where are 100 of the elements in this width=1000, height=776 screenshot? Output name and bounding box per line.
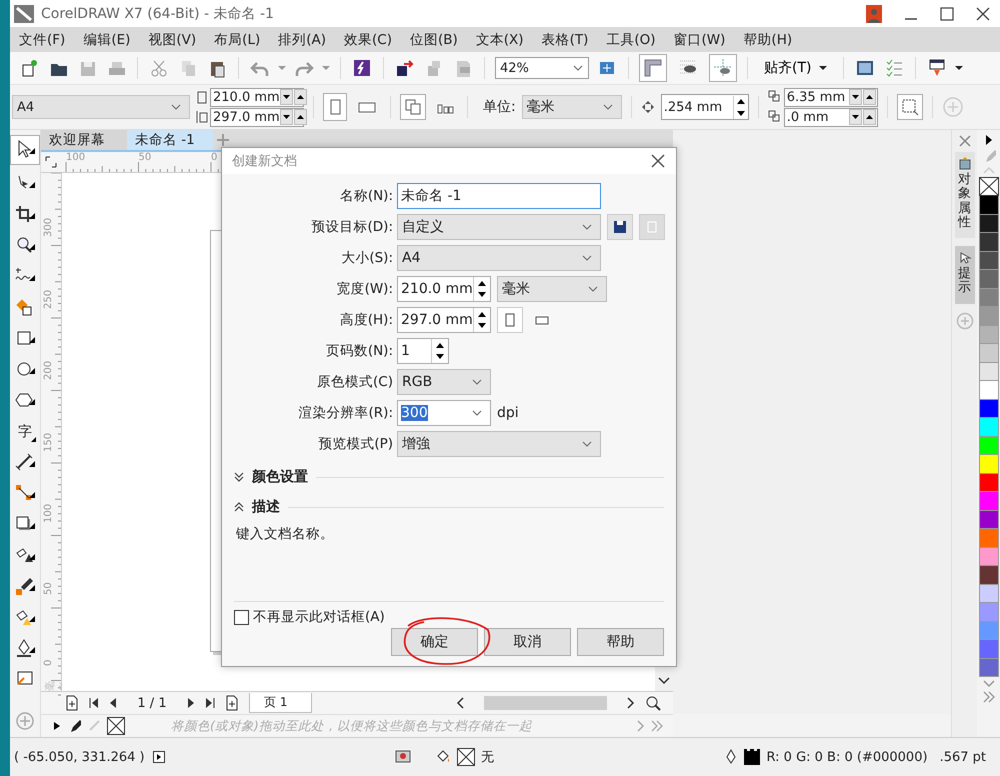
spin-down-icon[interactable] — [848, 109, 862, 125]
section-header[interactable]: 颜色设置 — [252, 468, 308, 486]
spin-down-icon[interactable] — [848, 89, 862, 105]
page-size-dropdown[interactable]: A4 — [12, 95, 190, 119]
page-tab[interactable]: 页 1 — [249, 693, 312, 713]
no-color-swatch-icon[interactable] — [978, 177, 998, 196]
save-preset-button[interactable] — [607, 214, 633, 240]
collapse-icon[interactable] — [234, 502, 244, 512]
ruler-origin-icon[interactable] — [45, 156, 57, 168]
user-avatar-icon[interactable] — [866, 4, 882, 22]
docker-tab[interactable]: 提示 — [954, 246, 974, 304]
dialog-button[interactable]: 确定 — [391, 628, 478, 656]
status-menu-icon[interactable] — [152, 751, 165, 763]
tray-menu-icon[interactable] — [53, 721, 61, 731]
color-swatch[interactable] — [978, 418, 998, 436]
last-page-icon[interactable] — [205, 697, 215, 709]
app-launcher-icon[interactable] — [351, 57, 373, 79]
menu-item[interactable]: 排列(A) — [277, 30, 328, 48]
previous-page-icon[interactable] — [109, 697, 117, 709]
zoom-dropdown[interactable]: 42% — [495, 57, 589, 79]
close-icon[interactable] — [976, 6, 990, 20]
menu-item[interactable]: 文件(F) — [18, 30, 66, 48]
menu-item[interactable]: 视图(V) — [147, 30, 198, 48]
duplicate-y-spinbox[interactable]: .0 mm — [784, 108, 878, 126]
color-swatch[interactable] — [978, 603, 998, 622]
color-swatch[interactable] — [978, 196, 998, 214]
menu-item[interactable]: 效果(C) — [343, 30, 393, 48]
text-field[interactable]: 未命名 -1 — [397, 183, 601, 209]
color-swatch[interactable] — [978, 584, 998, 603]
spin-down-icon[interactable] — [280, 109, 293, 125]
menu-item[interactable]: 帮助(H) — [742, 30, 794, 48]
spin-box[interactable]: 210.0 mm — [397, 276, 491, 302]
menu-item[interactable]: 表格(T) — [540, 30, 590, 48]
spin-up-icon[interactable] — [294, 109, 307, 125]
units-dropdown[interactable]: 毫米 — [497, 276, 607, 302]
page-height-spinbox[interactable]: 297.0 mm — [210, 108, 304, 126]
color-swatch[interactable] — [978, 510, 998, 529]
color-swatch[interactable] — [978, 566, 998, 584]
menu-item[interactable]: 编辑(E) — [82, 30, 132, 48]
color-swatch[interactable] — [978, 233, 998, 252]
menu-item[interactable]: 文本(X) — [474, 30, 525, 48]
spin-up-icon[interactable] — [862, 109, 876, 125]
dropdown[interactable]: A4 — [397, 245, 601, 271]
spin-down-icon[interactable] — [280, 89, 293, 105]
dialog-button[interactable]: 帮助 — [577, 628, 664, 656]
snap-to-button[interactable]: 贴齐(T) — [758, 56, 834, 80]
color-swatch[interactable] — [978, 474, 998, 492]
scroll-right-icon[interactable] — [627, 697, 636, 709]
color-swatch[interactable] — [978, 529, 998, 548]
color-swatch[interactable] — [978, 252, 998, 270]
first-page-icon[interactable] — [89, 697, 99, 709]
checkbox[interactable] — [234, 610, 249, 624]
next-page-icon[interactable] — [187, 697, 195, 709]
document-tab[interactable]: 欢迎屏幕 — [41, 130, 127, 150]
dropdown[interactable]: RGB — [397, 369, 491, 395]
no-color-swatch-icon[interactable] — [107, 717, 125, 735]
spin-box[interactable]: 1 — [397, 338, 449, 364]
color-swatch[interactable] — [978, 381, 998, 400]
dialog-button[interactable]: 取消 — [484, 628, 571, 656]
all-pages-icon[interactable] — [403, 97, 423, 117]
color-swatch[interactable] — [978, 622, 998, 640]
scroll-down-icon[interactable] — [658, 677, 670, 685]
scroll-left-icon[interactable] — [456, 697, 464, 709]
expand-icon[interactable] — [234, 472, 244, 482]
dropdown[interactable]: 自定义 — [397, 214, 601, 240]
color-swatch[interactable] — [978, 400, 998, 418]
guidelines-icon[interactable] — [712, 57, 734, 79]
text-tool[interactable]: 字 — [14, 420, 36, 444]
combo-box[interactable]: 300 — [397, 400, 491, 426]
color-swatch[interactable] — [978, 492, 998, 510]
units-dropdown[interactable]: 毫米 — [522, 95, 622, 119]
scrollbar-thumb[interactable] — [484, 696, 608, 710]
zoom-icon[interactable] — [645, 695, 662, 711]
spin-up-icon[interactable] — [862, 89, 876, 105]
maximize-icon[interactable] — [940, 6, 954, 20]
spin-up-icon[interactable] — [294, 89, 307, 105]
color-swatch[interactable] — [978, 307, 998, 326]
rulers-icon[interactable] — [642, 57, 664, 79]
menu-item[interactable]: 位图(B) — [408, 30, 459, 48]
palette-menu-icon[interactable] — [984, 134, 994, 146]
caret-icon[interactable] — [955, 65, 964, 71]
color-swatch[interactable] — [978, 658, 998, 677]
color-swatch[interactable] — [978, 548, 998, 566]
color-swatch[interactable] — [978, 362, 998, 381]
spin-box[interactable]: 297.0 mm — [397, 307, 491, 333]
dropdown[interactable]: 增強 — [397, 431, 601, 457]
color-swatch[interactable] — [978, 436, 998, 455]
docker-tab[interactable]: 对象属性 — [954, 152, 974, 238]
menu-item[interactable]: 工具(O) — [605, 30, 657, 48]
color-swatch[interactable] — [978, 214, 998, 233]
section-header[interactable]: 描述 — [252, 498, 280, 516]
insert-page-icon[interactable] — [65, 695, 79, 711]
insert-page-icon[interactable] — [225, 695, 239, 711]
portrait-button[interactable] — [497, 307, 523, 333]
menu-item[interactable]: 布局(L) — [213, 30, 262, 48]
close-icon[interactable] — [650, 153, 666, 169]
color-swatch[interactable] — [978, 270, 998, 288]
color-swatch[interactable] — [978, 640, 998, 658]
color-swatch[interactable] — [978, 288, 998, 307]
color-proof-icon[interactable] — [395, 749, 412, 765]
